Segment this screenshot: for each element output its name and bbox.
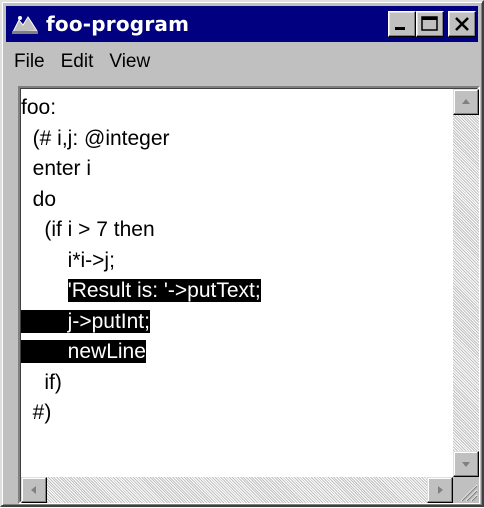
- code-editor[interactable]: foo: (# i,j: @integer enter i do (if i >…: [18, 86, 480, 504]
- scroll-up-icon: [462, 99, 470, 104]
- scroll-left-icon: [31, 486, 36, 494]
- code-line: 'Result is: '->putText;: [21, 276, 261, 306]
- code-line: i*i->j;: [21, 246, 115, 276]
- code-line: #): [21, 398, 52, 428]
- selected-code-text: j->putInt;: [21, 309, 150, 333]
- resize-grip-icon: [460, 484, 478, 502]
- code-line: do: [21, 185, 56, 215]
- code-text: enter i: [21, 157, 92, 180]
- selected-code-text: 'Result is: '->putText;: [67, 279, 261, 302]
- scroll-left-button[interactable]: [21, 477, 47, 503]
- scroll-right-button[interactable]: [427, 477, 453, 503]
- scroll-right-icon: [438, 486, 443, 494]
- horizontal-scrollbar[interactable]: [21, 477, 453, 503]
- maximize-button[interactable]: [416, 11, 444, 37]
- program-window: foo-program File Edit View foo: (# i,j: …: [0, 0, 484, 507]
- code-text: do: [21, 187, 57, 211]
- code-text: if): [21, 370, 62, 394]
- selected-code-text: newLine: [21, 340, 146, 363]
- code-text: #): [21, 401, 52, 424]
- minimize-button[interactable]: [388, 11, 416, 37]
- resize-grip[interactable]: [453, 477, 479, 503]
- code-text-area[interactable]: foo: (# i,j: @integer enter i do (if i >…: [21, 89, 453, 477]
- menu-file[interactable]: File: [6, 47, 53, 77]
- code-line: if): [21, 368, 62, 398]
- scroll-down-button[interactable]: [453, 451, 479, 477]
- title-bar[interactable]: foo-program: [6, 6, 478, 42]
- close-icon: [455, 17, 469, 31]
- menu-edit[interactable]: Edit: [53, 47, 102, 77]
- code-line: foo:: [21, 93, 56, 123]
- vertical-scrollbar[interactable]: [453, 89, 479, 477]
- code-text: foo:: [21, 96, 57, 119]
- code-text: i*i->j;: [21, 248, 115, 272]
- code-line: newLine: [21, 337, 146, 367]
- menu-view[interactable]: View: [101, 47, 158, 77]
- maximize-icon: [421, 16, 438, 31]
- menu-bar: File Edit View: [6, 44, 478, 80]
- foo-program-app-icon: [12, 16, 38, 34]
- code-text: (if i > 7 then: [21, 218, 155, 241]
- scroll-down-icon: [462, 462, 470, 467]
- scroll-up-button[interactable]: [453, 89, 479, 115]
- code-line: j->putInt;: [21, 307, 150, 337]
- window-title: foo-program: [46, 12, 190, 36]
- code-line: enter i: [21, 154, 91, 184]
- code-text: (# i,j: @integer: [21, 126, 170, 150]
- close-button[interactable]: [448, 11, 476, 37]
- minimize-icon: [395, 27, 405, 30]
- code-line: (if i > 7 then: [21, 215, 155, 245]
- code-line: (# i,j: @integer: [21, 124, 170, 154]
